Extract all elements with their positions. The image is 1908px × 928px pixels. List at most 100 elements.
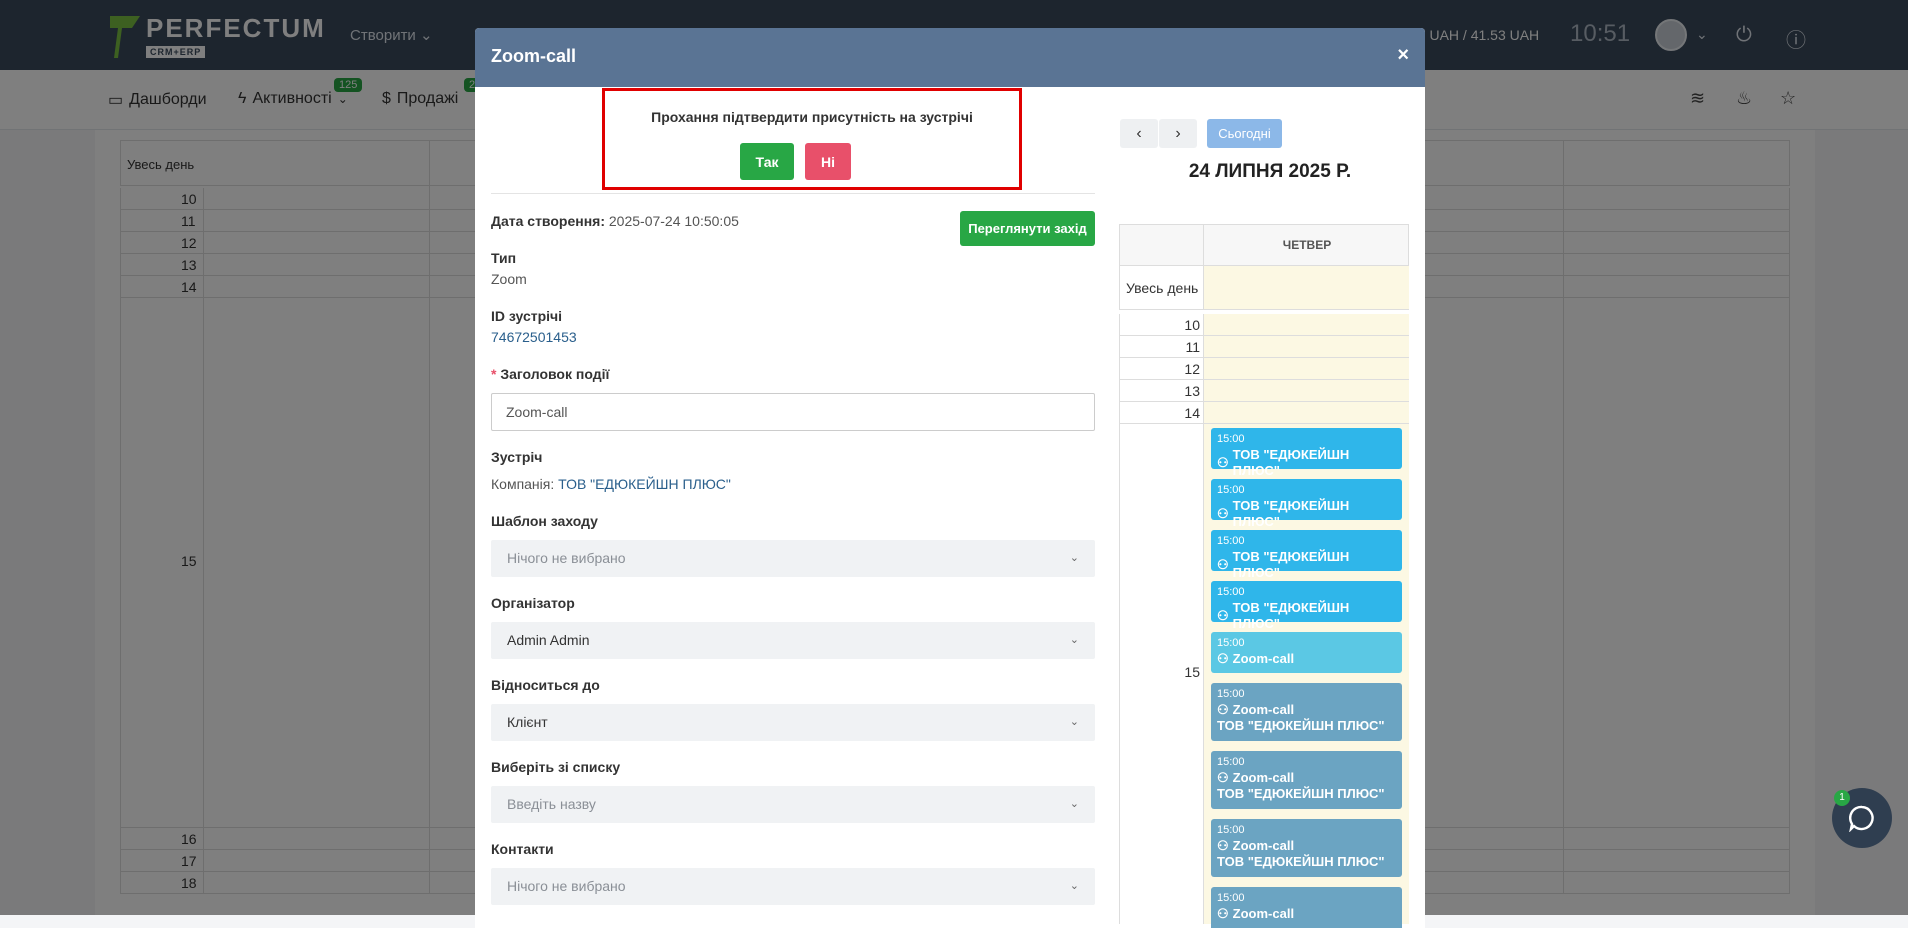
organizer-value: Admin Admin — [507, 632, 590, 648]
created-date: Дата створення: 2025-07-24 10:50:05 — [491, 213, 739, 229]
choose-placeholder: Введіть назву — [507, 796, 596, 812]
users-icon: ⚇ — [1217, 702, 1229, 717]
hour-label: 13 — [1184, 383, 1200, 399]
users-icon: ⚇ — [1217, 838, 1229, 853]
event-time: 15:00 — [1217, 637, 1245, 649]
users-icon: ⚇ — [1217, 651, 1229, 666]
contacts-label: Контакти — [491, 841, 554, 857]
event-title: ТОВ "ЕДЮКЕЙШН ПЛЮС" — [1232, 447, 1350, 478]
hour-label: 12 — [1184, 361, 1200, 377]
view-event-button[interactable]: Переглянути захід — [960, 211, 1095, 246]
event-title-label: * Заголовок події — [491, 366, 609, 382]
confirm-yes-button[interactable]: Так — [740, 143, 794, 180]
calendar-event[interactable]: 15:00 ⚇ Zoom-call — [1211, 887, 1402, 928]
contacts-select[interactable]: Нічого не вибрано ⌄ — [491, 868, 1095, 905]
event-title: Zoom-call — [1232, 702, 1295, 717]
users-icon: ⚇ — [1217, 455, 1229, 470]
hour-row[interactable]: 14 — [1119, 402, 1409, 424]
event-title: ТОВ "ЕДЮКЕЙШН ПЛЮС" — [1232, 498, 1350, 529]
calendar-event[interactable]: 15:00 ⚇ ТОВ "ЕДЮКЕЙШН ПЛЮС" — [1211, 428, 1402, 478]
type-value: Zoom — [491, 271, 527, 287]
event-title: Zoom-call — [1232, 770, 1295, 785]
choose-select[interactable]: Введіть назву ⌄ — [491, 786, 1095, 823]
event-title-text: Заголовок події — [500, 366, 610, 382]
chevron-down-icon: ⌄ — [1069, 634, 1079, 646]
hour-cell — [1203, 336, 1409, 357]
hour-cell — [1203, 358, 1409, 379]
hour-cell — [1203, 402, 1409, 423]
calendar-event[interactable]: 15:00 ⚇ ТОВ "ЕДЮКЕЙШН ПЛЮС" — [1211, 581, 1402, 631]
event-time: 15:00 — [1217, 892, 1245, 904]
event-time: 15:00 — [1217, 433, 1245, 445]
calendar-event[interactable]: 15:00 ⚇ Zoom-call ТОВ "ЕДЮКЕЙШН ПЛЮС" — [1211, 683, 1402, 741]
hour-cell — [1203, 314, 1409, 335]
zoom-call-modal: Zoom-call × Прохання підтвердити присутн… — [475, 28, 1425, 928]
event-time: 15:00 — [1217, 824, 1245, 836]
calendar-event[interactable]: 15:00 ⚇ Zoom-call ТОВ "ЕДЮКЕЙШН ПЛЮС" — [1211, 819, 1402, 877]
confirm-no-button[interactable]: Ні — [805, 143, 851, 180]
event-title: Zoom-call — [1232, 651, 1295, 666]
event-title: ТОВ "ЕДЮКЕЙШН ПЛЮС" — [1232, 549, 1350, 580]
allday-cell[interactable] — [1203, 266, 1409, 309]
hour-row[interactable]: 10 — [1119, 314, 1409, 336]
users-icon: ⚇ — [1217, 557, 1229, 572]
event-time: 15:00 — [1217, 535, 1245, 547]
hour-label: 10 — [1184, 317, 1200, 333]
event-time: 15:00 — [1217, 688, 1245, 700]
template-label: Шаблон заходу — [491, 513, 598, 529]
hour-label: 11 — [1185, 339, 1200, 355]
hour-row[interactable]: 12 — [1119, 358, 1409, 380]
template-value: Нічого не вибрано — [507, 550, 626, 566]
hour-cell — [1203, 380, 1409, 401]
event-subtitle: ТОВ "ЕДЮКЕЙШН ПЛЮС" — [1217, 786, 1385, 801]
hour-cell: 15:00 ⚇ ТОВ "ЕДЮКЕЙШН ПЛЮС" 15:00 ⚇ ТОВ "Е… — [1203, 424, 1409, 928]
next-day-button[interactable]: › — [1159, 119, 1197, 148]
calendar-event[interactable]: 15:00 ⚇ Zoom-call — [1211, 632, 1402, 673]
prev-day-button[interactable]: ‹ — [1120, 119, 1158, 148]
created-value: 2025-07-24 10:50:05 — [608, 213, 739, 229]
today-button[interactable]: Сьогодні — [1207, 119, 1282, 148]
calendar-date-title: 24 ЛИПНЯ 2025 Р. — [1188, 161, 1352, 182]
chevron-down-icon: ⌄ — [1069, 798, 1079, 810]
choose-label: Виберіть зі списку — [491, 759, 621, 775]
relates-select[interactable]: Клієнт ⌄ — [491, 704, 1095, 741]
users-icon: ⚇ — [1217, 506, 1229, 521]
confirm-text: Прохання підтвердити присутність на зуст… — [651, 109, 973, 125]
organizer-select[interactable]: Admin Admin ⌄ — [491, 622, 1095, 659]
company-line: Компанія: ТОВ "ЕДЮКЕЙШН ПЛЮС" — [491, 476, 731, 492]
type-label: Тип — [491, 250, 517, 266]
calendar-event[interactable]: 15:00 ⚇ ТОВ "ЕДЮКЕЙШН ПЛЮС" — [1211, 530, 1402, 580]
chevron-left-icon: ‹ — [1136, 124, 1142, 142]
calendar-event[interactable]: 15:00 ⚇ ТОВ "ЕДЮКЕЙШН ПЛЮС" — [1211, 479, 1402, 529]
hour-label: 15 — [1184, 664, 1200, 680]
event-title: Zoom-call — [1232, 906, 1295, 921]
users-icon: ⚇ — [1217, 608, 1229, 623]
hour-row[interactable]: 11 — [1119, 336, 1409, 358]
allday-row: Увесь день — [1119, 266, 1409, 310]
attendance-confirm-box: Прохання підтвердити присутність на зуст… — [602, 88, 1022, 190]
relates-label: Відноситься до — [491, 677, 600, 693]
hour-label: 14 — [1184, 405, 1200, 421]
event-title-input[interactable]: Zoom-call — [491, 393, 1095, 431]
hour-row[interactable]: 13 — [1119, 380, 1409, 402]
required-mark: * — [491, 366, 497, 382]
divider — [491, 193, 1095, 194]
event-title: Zoom-call — [1232, 838, 1295, 853]
template-select[interactable]: Нічого не вибрано ⌄ — [491, 540, 1095, 577]
calendar-event[interactable]: 15:00 ⚇ Zoom-call ТОВ "ЕДЮКЕЙШН ПЛЮС" — [1211, 751, 1402, 809]
modal-header: Zoom-call × — [475, 28, 1425, 87]
calendar-header: ЧЕТВЕР — [1119, 224, 1409, 267]
meeting-id-link[interactable]: 74672501453 — [491, 329, 577, 345]
relates-value: Клієнт — [507, 714, 548, 730]
created-label: Дата створення: — [491, 213, 605, 229]
chat-icon — [1849, 805, 1874, 832]
contacts-value: Нічого не вибрано — [507, 878, 626, 894]
company-link[interactable]: ТОВ "ЕДЮКЕЙШН ПЛЮС" — [558, 476, 731, 492]
chat-badge: 1 — [1834, 790, 1850, 806]
close-icon[interactable]: × — [1397, 44, 1409, 67]
meeting-label: Зустріч — [491, 449, 543, 465]
allday-label: Увесь день — [1126, 280, 1199, 296]
hour-row-15: 15 15:00 ⚇ ТОВ "ЕДЮКЕЙШН ПЛЮС" 15:00 ⚇ ТОВ… — [1119, 424, 1409, 928]
organizer-label: Організатор — [491, 595, 575, 611]
event-title: ТОВ "ЕДЮКЕЙШН ПЛЮС" — [1232, 600, 1350, 631]
